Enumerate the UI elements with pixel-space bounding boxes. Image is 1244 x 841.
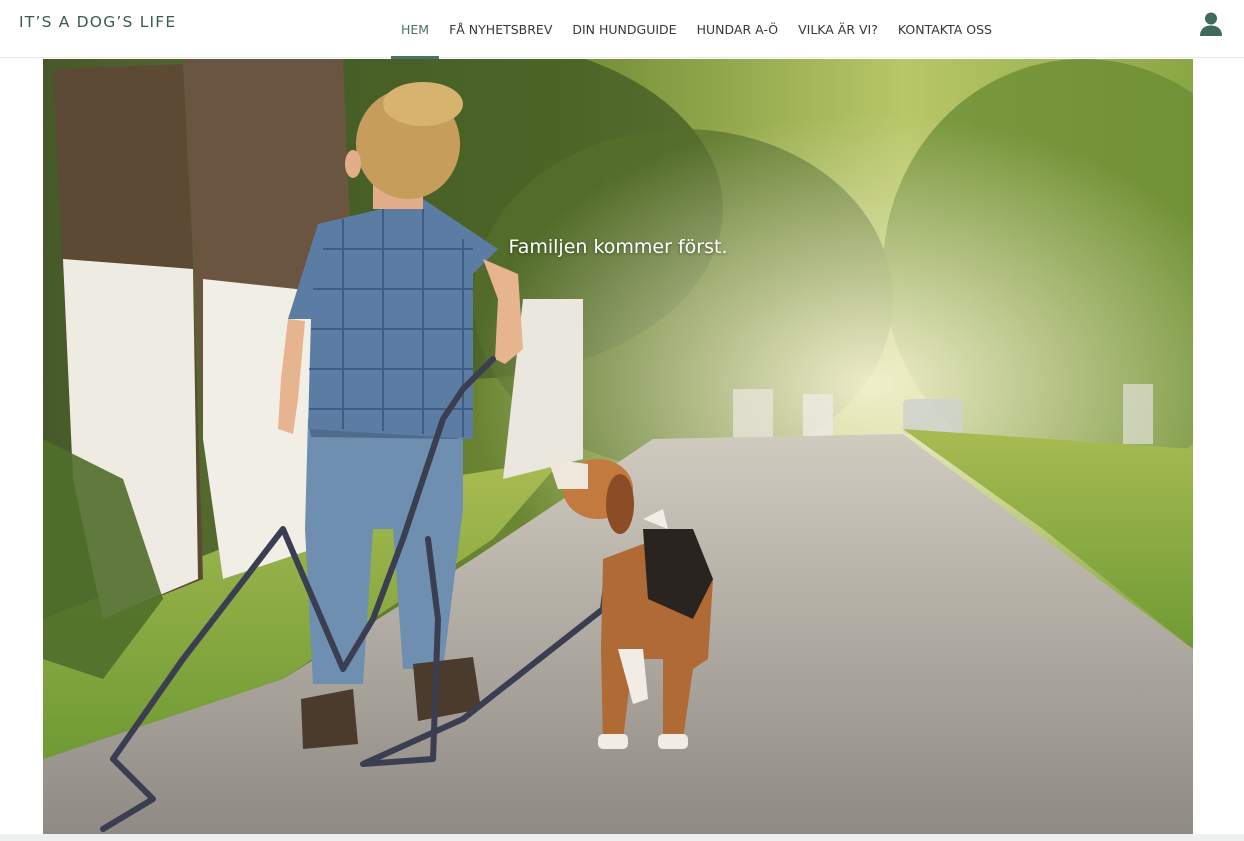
nav-item-kontakta[interactable]: KONTAKTA OSS [888,0,1002,58]
hero-banner: Familjen kommer först. [43,59,1193,834]
user-account-button[interactable] [1198,11,1224,39]
nav-item-nyhetsbrev[interactable]: FÅ NYHETSBREV [439,0,562,58]
nav-item-vilka-ar-vi[interactable]: VILKA ÄR VI? [788,0,888,58]
hero-image [43,59,1193,834]
nav-item-hundguide[interactable]: DIN HUNDGUIDE [562,0,686,58]
hero-tagline: Familjen kommer först. [508,236,728,258]
user-account-icon [1200,12,1222,36]
site-logo[interactable]: IT’S A DOG’S LIFE [19,13,176,31]
page-bottom-strip [0,834,1244,841]
nav-item-hundar-a-o[interactable]: HUNDAR A-Ö [687,0,789,58]
main-nav: HEM FÅ NYHETSBREV DIN HUNDGUIDE HUNDAR A… [391,0,1002,59]
nav-item-hem[interactable]: HEM [391,0,440,59]
site-header: IT’S A DOG’S LIFE HEM FÅ NYHETSBREV DIN … [0,0,1244,59]
